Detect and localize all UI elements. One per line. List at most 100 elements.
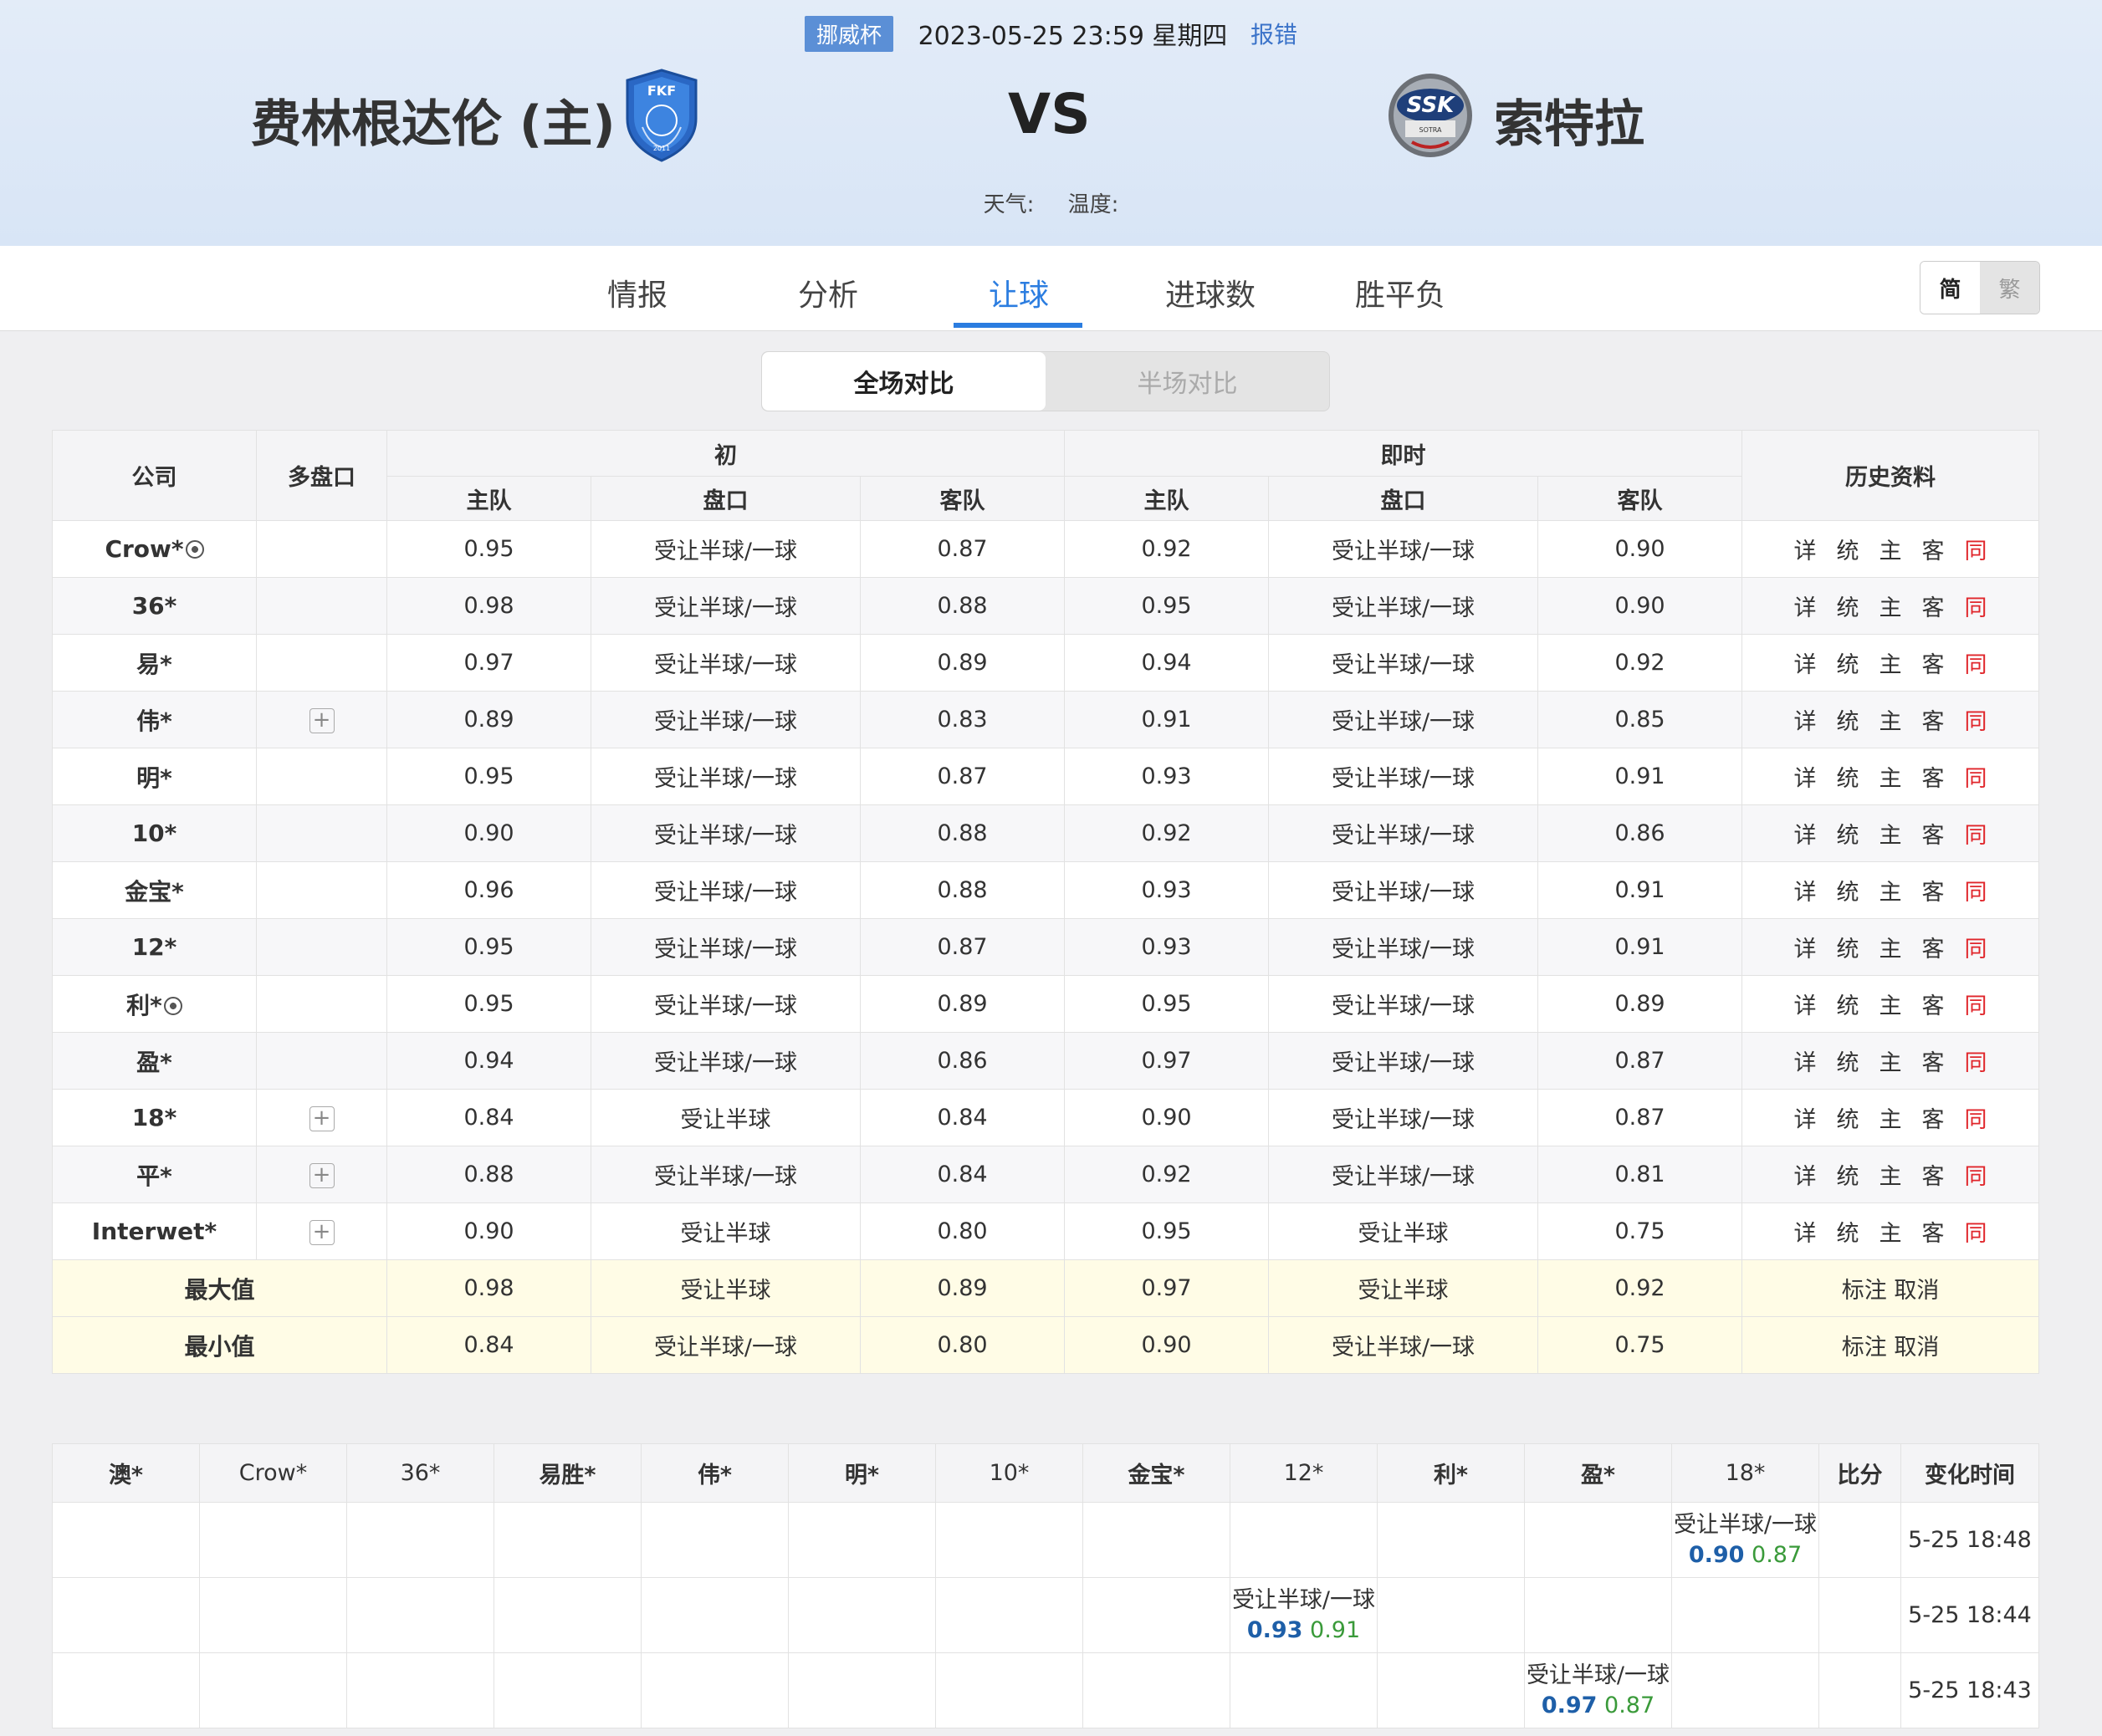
detail-link[interactable]: 详 — [1794, 817, 1817, 850]
half-match-button[interactable]: 半场对比 — [1046, 352, 1329, 411]
home-team-logo-icon[interactable]: FKF 2011 — [624, 69, 699, 162]
company-name[interactable]: Interwet* — [92, 1218, 217, 1245]
live-line[interactable]: 受让半球/一球 — [1268, 748, 1539, 805]
initial-line[interactable]: 受让半球/一球 — [591, 861, 861, 919]
company-cell[interactable]: 易* — [52, 634, 257, 692]
live-line[interactable]: 受让半球 — [1268, 1202, 1539, 1260]
stats-link[interactable]: 统 — [1837, 1044, 1859, 1077]
initial-line[interactable]: 受让半球 — [591, 1089, 861, 1146]
live-away-odds[interactable]: 0.91 — [1537, 748, 1743, 805]
stats-link[interactable]: 统 — [1837, 1158, 1859, 1191]
home-link[interactable]: 主 — [1880, 703, 1902, 736]
same-link[interactable]: 同 — [1965, 760, 1987, 793]
live-home-odds[interactable]: 0.95 — [1064, 1202, 1270, 1260]
initial-home-odds[interactable]: 0.84 — [386, 1089, 591, 1146]
live-away-odds[interactable]: 0.81 — [1537, 1146, 1743, 1203]
tab-handicap[interactable]: 让球 — [989, 271, 1049, 314]
lang-traditional-button[interactable]: 繁 — [1980, 262, 2039, 314]
stats-link[interactable]: 统 — [1837, 874, 1859, 906]
initial-line[interactable]: 受让半球/一球 — [591, 804, 861, 862]
live-away-odds[interactable]: 0.91 — [1537, 918, 1743, 976]
expand-plus-icon[interactable]: + — [309, 1219, 335, 1245]
company-cell[interactable]: 平* — [52, 1146, 257, 1203]
initial-line[interactable]: 受让半球/一球 — [591, 634, 861, 692]
detail-link[interactable]: 详 — [1794, 988, 1817, 1020]
expand-plus-icon[interactable]: + — [309, 1162, 335, 1188]
live-home-odds[interactable]: 0.93 — [1064, 748, 1270, 805]
company-cell[interactable]: 18* — [52, 1089, 257, 1146]
detail-link[interactable]: 详 — [1794, 703, 1817, 736]
live-home-odds[interactable]: 0.94 — [1064, 634, 1270, 692]
company-name[interactable]: 利* — [126, 992, 162, 1019]
initial-away-odds[interactable]: 0.83 — [859, 691, 1066, 748]
initial-home-odds[interactable]: 0.89 — [386, 691, 591, 748]
company-name[interactable]: 金宝* — [125, 878, 184, 906]
home-link[interactable]: 主 — [1880, 646, 1902, 679]
detail-link[interactable]: 详 — [1794, 590, 1817, 622]
home-link[interactable]: 主 — [1880, 874, 1902, 906]
home-link[interactable]: 主 — [1880, 1158, 1902, 1191]
stats-link[interactable]: 统 — [1837, 817, 1859, 850]
initial-away-odds[interactable]: 0.84 — [859, 1089, 1066, 1146]
company-cell[interactable]: 36* — [52, 577, 257, 635]
company-name[interactable]: 伟* — [136, 707, 172, 735]
initial-away-odds[interactable]: 0.87 — [859, 748, 1066, 805]
same-link[interactable]: 同 — [1965, 533, 1987, 565]
initial-away-odds[interactable]: 0.86 — [859, 1032, 1066, 1090]
company-name[interactable]: 18* — [132, 1104, 177, 1131]
tab-intel[interactable]: 情报 — [607, 271, 667, 314]
initial-away-odds[interactable]: 0.87 — [859, 520, 1066, 578]
same-link[interactable]: 同 — [1965, 646, 1987, 679]
company-name[interactable]: 12* — [132, 933, 177, 961]
away-link[interactable]: 客 — [1922, 646, 1945, 679]
live-line[interactable]: 受让半球/一球 — [1268, 1146, 1539, 1203]
stats-link[interactable]: 统 — [1837, 703, 1859, 736]
home-team-name[interactable]: 费林根达伦 (主) — [251, 84, 616, 156]
initial-away-odds[interactable]: 0.84 — [859, 1146, 1066, 1203]
lang-simplified-button[interactable]: 简 — [1920, 262, 1980, 314]
company-name[interactable]: 明* — [136, 764, 172, 792]
away-link[interactable]: 客 — [1922, 590, 1945, 622]
live-line[interactable]: 受让半球/一球 — [1268, 861, 1539, 919]
tab-1x2[interactable]: 胜平负 — [1355, 271, 1445, 314]
away-link[interactable]: 客 — [1922, 1158, 1945, 1191]
initial-line[interactable]: 受让半球/一球 — [591, 520, 861, 578]
league-tag[interactable]: 挪威杯 — [805, 15, 894, 52]
initial-home-odds[interactable]: 0.94 — [386, 1032, 591, 1090]
live-line[interactable]: 受让半球/一球 — [1268, 918, 1539, 976]
live-away-odds[interactable]: 0.75 — [1537, 1202, 1743, 1260]
live-away-odds[interactable]: 0.90 — [1537, 520, 1743, 578]
same-link[interactable]: 同 — [1965, 1215, 1987, 1248]
live-away-odds[interactable]: 0.90 — [1537, 577, 1743, 635]
company-cell[interactable]: Interwet* — [52, 1202, 257, 1260]
initial-away-odds[interactable]: 0.89 — [859, 634, 1066, 692]
live-away-odds[interactable]: 0.87 — [1537, 1089, 1743, 1146]
initial-away-odds[interactable]: 0.88 — [859, 804, 1066, 862]
stats-link[interactable]: 统 — [1837, 533, 1859, 565]
live-home-odds[interactable]: 0.91 — [1064, 691, 1270, 748]
company-name[interactable]: Crow* — [105, 535, 183, 563]
company-cell[interactable]: 12* — [52, 918, 257, 976]
stats-link[interactable]: 统 — [1837, 1215, 1859, 1248]
initial-line[interactable]: 受让半球/一球 — [591, 577, 861, 635]
same-link[interactable]: 同 — [1965, 1158, 1987, 1191]
home-link[interactable]: 主 — [1880, 760, 1902, 793]
live-away-odds[interactable]: 0.86 — [1537, 804, 1743, 862]
away-link[interactable]: 客 — [1922, 533, 1945, 565]
expand-plus-icon[interactable]: + — [309, 1105, 335, 1131]
initial-home-odds[interactable]: 0.98 — [386, 577, 591, 635]
detail-link[interactable]: 详 — [1794, 874, 1817, 906]
stats-link[interactable]: 统 — [1837, 590, 1859, 622]
away-link[interactable]: 客 — [1922, 1101, 1945, 1134]
initial-away-odds[interactable]: 0.88 — [859, 861, 1066, 919]
away-link[interactable]: 客 — [1922, 931, 1945, 963]
stats-link[interactable]: 统 — [1837, 646, 1859, 679]
live-line[interactable]: 受让半球/一球 — [1268, 804, 1539, 862]
live-line[interactable]: 受让半球/一球 — [1268, 1089, 1539, 1146]
detail-link[interactable]: 详 — [1794, 646, 1817, 679]
tab-goals[interactable]: 进球数 — [1165, 271, 1256, 314]
company-cell[interactable]: 金宝* — [52, 861, 257, 919]
live-away-odds[interactable]: 0.89 — [1537, 975, 1743, 1033]
live-line[interactable]: 受让半球/一球 — [1268, 634, 1539, 692]
live-home-odds[interactable]: 0.90 — [1064, 1089, 1270, 1146]
